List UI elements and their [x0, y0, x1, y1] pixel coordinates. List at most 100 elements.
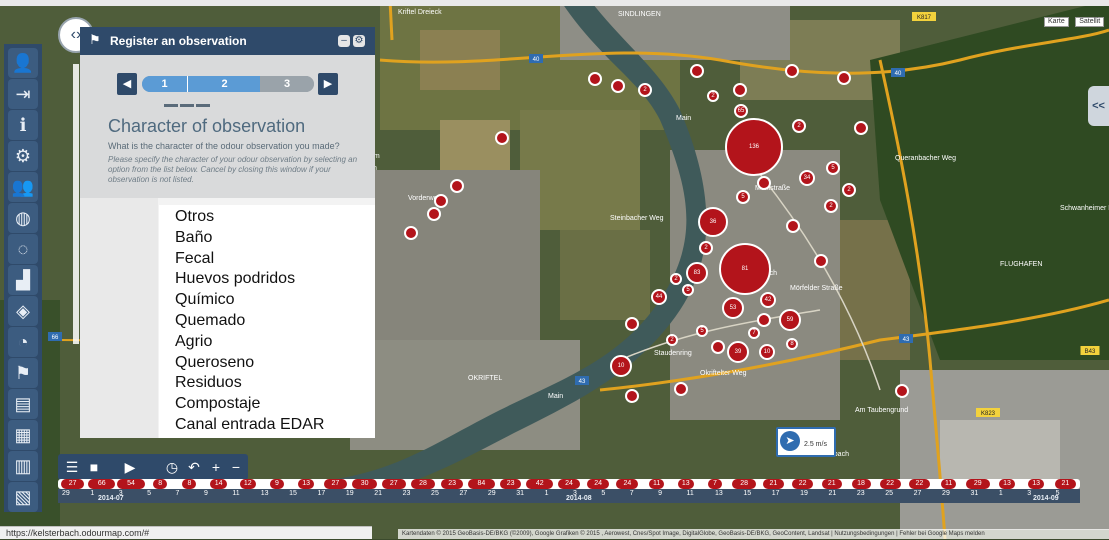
- play-icon[interactable]: ▶: [120, 457, 140, 477]
- observation-cluster-marker[interactable]: [733, 83, 747, 97]
- list-icon[interactable]: ☰: [62, 457, 82, 477]
- day-count-pill[interactable]: 14: [210, 479, 228, 489]
- observation-cluster-marker[interactable]: 81: [719, 243, 771, 295]
- observation-cluster-marker[interactable]: [785, 64, 799, 78]
- zoom-slider[interactable]: [73, 64, 79, 344]
- step-1[interactable]: 1: [142, 76, 187, 92]
- user-icon[interactable]: 👤: [8, 48, 38, 78]
- observation-cluster-marker[interactable]: 136: [725, 118, 783, 176]
- day-count-pill[interactable]: 28: [732, 479, 757, 489]
- observation-cluster-marker[interactable]: [588, 72, 602, 86]
- day-count-pill[interactable]: 13: [297, 479, 315, 489]
- people-icon[interactable]: 👥: [8, 172, 38, 202]
- clock-icon[interactable]: ◷: [162, 457, 182, 477]
- observation-cluster-marker[interactable]: 5: [736, 190, 750, 204]
- day-count-pill[interactable]: 27: [60, 479, 85, 489]
- day-count-pill[interactable]: 13: [998, 479, 1016, 489]
- day-count-pill[interactable]: 66: [88, 479, 116, 489]
- next-step-button[interactable]: ▶: [318, 73, 338, 95]
- collapse-right-panel-button[interactable]: <<: [1088, 86, 1109, 126]
- day-count-pill[interactable]: 21: [1055, 479, 1076, 489]
- day-count-pill[interactable]: 22: [879, 479, 901, 489]
- observation-cluster-marker[interactable]: 2: [824, 199, 838, 213]
- day-count-pill[interactable]: 27: [323, 479, 348, 489]
- zoom-out-icon[interactable]: −: [226, 457, 246, 477]
- factory-icon[interactable]: ▟: [8, 265, 38, 295]
- rewind-icon[interactable]: ↶: [184, 457, 204, 477]
- observation-cluster-marker[interactable]: [895, 384, 909, 398]
- observation-cluster-marker[interactable]: 2: [699, 241, 713, 255]
- observation-cluster-marker[interactable]: 59: [779, 309, 801, 331]
- odour-option[interactable]: Quemado: [175, 312, 245, 330]
- day-count-pill[interactable]: 21: [821, 479, 843, 489]
- observation-cluster-marker[interactable]: 34: [799, 170, 815, 186]
- observation-cluster-marker[interactable]: [711, 340, 725, 354]
- observation-cluster-marker[interactable]: [757, 313, 771, 327]
- flag-icon[interactable]: ⚑: [8, 358, 38, 388]
- observation-cluster-marker[interactable]: 2: [666, 334, 678, 346]
- settings-icon[interactable]: ⚙: [8, 141, 38, 171]
- observation-cluster-marker[interactable]: [786, 219, 800, 233]
- day-count-pill[interactable]: 11: [648, 479, 665, 489]
- observation-cluster-marker[interactable]: [495, 131, 509, 145]
- login-icon[interactable]: ⇥: [8, 79, 38, 109]
- observation-cluster-marker[interactable]: [450, 179, 464, 193]
- day-count-pill[interactable]: 54: [117, 479, 145, 489]
- odour-option[interactable]: Otros: [175, 208, 214, 226]
- stop-icon[interactable]: ■: [84, 457, 104, 477]
- observation-cluster-marker[interactable]: [611, 79, 625, 93]
- observation-cluster-marker[interactable]: 2: [842, 183, 856, 197]
- day-count-pill[interactable]: 11: [940, 479, 957, 489]
- observation-cluster-marker[interactable]: [854, 121, 868, 135]
- observation-cluster-marker[interactable]: 36: [698, 207, 728, 237]
- day-count-pill[interactable]: 7: [708, 479, 722, 489]
- day-count-pill[interactable]: 13: [1027, 479, 1045, 489]
- observation-cluster-marker[interactable]: 53: [722, 297, 744, 319]
- observation-cluster-marker[interactable]: 2: [707, 90, 719, 102]
- day-count-pill[interactable]: 23: [441, 479, 463, 489]
- day-count-pill[interactable]: 22: [792, 479, 814, 489]
- report-3-icon[interactable]: ▥: [8, 451, 38, 481]
- observation-cluster-marker[interactable]: [674, 382, 688, 396]
- odour-option[interactable]: Baño: [175, 229, 212, 247]
- minimize-icon[interactable]: –: [338, 35, 350, 47]
- observation-cluster-marker[interactable]: 10: [610, 355, 632, 377]
- day-count-pill[interactable]: 24: [587, 479, 610, 489]
- day-count-pill[interactable]: 30: [352, 479, 378, 489]
- odour-option[interactable]: Fecal: [175, 250, 214, 268]
- day-count-pill[interactable]: 28: [411, 479, 435, 489]
- day-count-pill[interactable]: 13: [677, 479, 695, 489]
- observation-cluster-marker[interactable]: 2: [792, 119, 806, 133]
- observation-cluster-marker[interactable]: [625, 317, 639, 331]
- day-count-pill[interactable]: 42: [526, 479, 554, 489]
- zoom-in-icon[interactable]: +: [206, 457, 226, 477]
- day-count-pill[interactable]: 18: [851, 479, 871, 489]
- observation-cluster-marker[interactable]: 2: [670, 273, 682, 285]
- observation-cluster-marker[interactable]: 42: [760, 292, 776, 308]
- report-4-icon[interactable]: ▧: [8, 482, 38, 512]
- observation-cluster-marker[interactable]: [434, 194, 448, 208]
- previous-step-button[interactable]: ◀: [117, 73, 137, 95]
- observation-cluster-marker[interactable]: 83: [686, 262, 708, 284]
- map-type-satellit-button[interactable]: Satellit: [1075, 17, 1105, 27]
- globe-icon[interactable]: ◍: [8, 203, 38, 233]
- report-1-icon[interactable]: ▤: [8, 389, 38, 419]
- step-3[interactable]: 3: [260, 76, 314, 92]
- observation-cluster-marker[interactable]: 2: [638, 83, 652, 97]
- day-count-pill[interactable]: 21: [763, 479, 784, 489]
- observation-cluster-marker[interactable]: [757, 176, 771, 190]
- observation-cluster-marker[interactable]: [690, 64, 704, 78]
- step-2[interactable]: 2: [187, 76, 261, 92]
- timeline-axis[interactable]: 29 1 3 5 7 9 11 13 15 17 19 21 23 25 27 29 31 1 3 5 7 9 11 13 15…: [58, 489, 1080, 503]
- observation-cluster-marker[interactable]: 44: [651, 289, 667, 305]
- observation-cluster-marker[interactable]: 65: [734, 104, 748, 118]
- observation-cluster-marker[interactable]: 5: [826, 161, 840, 175]
- observation-cluster-marker[interactable]: 5: [682, 284, 694, 296]
- day-count-pill[interactable]: 27: [382, 479, 406, 489]
- observation-cluster-marker[interactable]: 7: [748, 327, 760, 339]
- observation-cluster-marker[interactable]: 39: [727, 341, 749, 363]
- report-2-icon[interactable]: ▦: [8, 420, 38, 450]
- odour-option[interactable]: Químico: [175, 291, 235, 309]
- observation-cluster-marker[interactable]: 8: [786, 338, 798, 350]
- chart-icon[interactable]: ◔: [8, 327, 38, 357]
